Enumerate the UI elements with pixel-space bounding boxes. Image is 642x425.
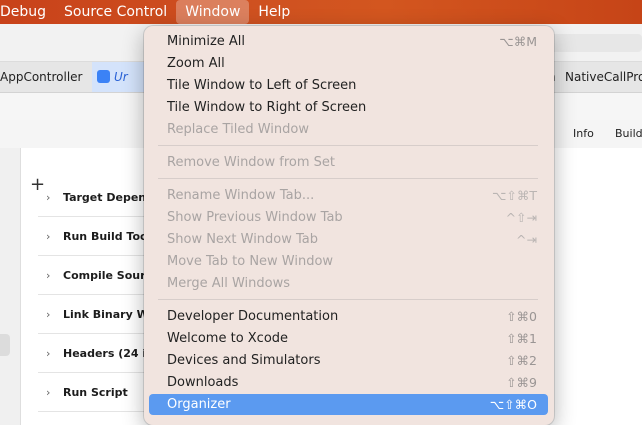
shortcut-label: ⌥⌘M [499, 34, 537, 49]
menu-window[interactable]: Window [176, 0, 250, 24]
menu-item-tile-right[interactable]: Tile Window to Right of Screen [149, 97, 548, 118]
menu-bar: Debug Source Control Window Help [0, 0, 642, 24]
menu-item-developer-documentation[interactable]: Developer Documentation ⇧⌘0 [149, 306, 548, 327]
tab-build-settings[interactable]: Build [615, 127, 642, 140]
build-phase-row[interactable]: › Headers (24 it [38, 334, 152, 373]
menu-item-label: Developer Documentation [167, 309, 339, 324]
menu-item-replace-tiled-window: Replace Tiled Window [149, 119, 548, 140]
menu-item-move-tab-to-new-window: Move Tab to New Window [149, 251, 548, 272]
menu-item-remove-window-from-set: Remove Window from Set [149, 152, 548, 173]
shortcut-label: ⇧⌘9 [506, 375, 537, 390]
menu-item-label: Tile Window to Right of Screen [167, 100, 367, 115]
menu-separator [158, 299, 538, 300]
navigator-selection[interactable] [0, 334, 10, 356]
menu-item-label: Minimize All [167, 34, 246, 49]
navigator-pane [0, 148, 21, 425]
shortcut-label: ^⇥ [516, 232, 537, 247]
menu-item-label: Rename Window Tab... [167, 188, 315, 203]
menu-item-tile-left[interactable]: Tile Window to Left of Screen [149, 75, 548, 96]
shortcut-label: ⌥⇧⌘O [489, 397, 537, 412]
menu-debug[interactable]: Debug [0, 0, 55, 24]
menu-item-organizer[interactable]: Organizer ⌥⇧⌘O [149, 394, 548, 415]
build-phase-label: Headers (24 it [63, 347, 152, 360]
build-phase-label: Compile Sourc [63, 269, 153, 282]
shortcut-label: ⌥⇧⌘T [491, 188, 537, 203]
chevron-right-icon[interactable]: › [46, 386, 50, 399]
menu-item-label: Move Tab to New Window [167, 254, 334, 269]
menu-item-downloads[interactable]: Downloads ⇧⌘9 [149, 372, 548, 393]
app-icon [97, 70, 110, 83]
menu-source-control[interactable]: Source Control [55, 0, 176, 24]
build-phase-row[interactable]: › Run Build Tool [38, 217, 152, 256]
build-phase-label: Target Depend [63, 191, 154, 204]
toolbar-field[interactable] [540, 34, 642, 52]
chevron-right-icon[interactable]: › [46, 269, 50, 282]
menu-help[interactable]: Help [249, 0, 299, 24]
menu-item-minimize-all[interactable]: Minimize All ⌥⌘M [149, 31, 548, 52]
menu-item-welcome-to-xcode[interactable]: Welcome to Xcode ⇧⌘1 [149, 328, 548, 349]
chevron-right-icon[interactable]: › [46, 347, 50, 360]
menu-item-merge-all-windows: Merge All Windows [149, 273, 548, 294]
chevron-right-icon[interactable]: › [46, 308, 50, 321]
menu-item-label: Zoom All [167, 56, 225, 71]
menu-item-label: Welcome to Xcode [167, 331, 289, 346]
menu-item-label: Organizer [167, 397, 231, 412]
tab-unity-label: Ur [114, 70, 128, 84]
build-phase-row[interactable]: › Compile Sourc [38, 256, 152, 295]
shortcut-label: ⇧⌘2 [506, 353, 537, 368]
chevron-right-icon[interactable]: › [46, 230, 50, 243]
menu-item-label: Merge All Windows [167, 276, 290, 291]
tab-info[interactable]: Info [573, 127, 594, 140]
shortcut-label: ^⇧⇥ [505, 210, 537, 225]
tab-unity[interactable]: Ur [92, 62, 148, 92]
menu-item-label: Downloads [167, 375, 239, 390]
shortcut-label: ⇧⌘0 [506, 309, 537, 324]
shortcut-label: ⇧⌘1 [506, 331, 537, 346]
menu-item-label: Show Next Window Tab [167, 232, 319, 247]
menu-item-label: Remove Window from Set [167, 155, 336, 170]
build-phase-label: Run Build Tool [63, 230, 152, 243]
build-phase-label: Run Script [63, 386, 128, 399]
build-phase-row[interactable]: › Target Depend [38, 178, 154, 217]
menu-item-show-next-window-tab: Show Next Window Tab ^⇥ [149, 229, 548, 250]
menu-item-label: Tile Window to Left of Screen [167, 78, 357, 93]
tab-appcontroller[interactable]: AppController [0, 62, 82, 92]
menu-item-label: Devices and Simulators [167, 353, 321, 368]
menu-separator [158, 178, 538, 179]
menu-item-show-previous-window-tab: Show Previous Window Tab ^⇧⇥ [149, 207, 548, 228]
tab-nativecallproxy[interactable]: NativeCallProx [565, 62, 642, 92]
menu-item-devices-and-simulators[interactable]: Devices and Simulators ⇧⌘2 [149, 350, 548, 371]
chevron-right-icon[interactable]: › [46, 191, 50, 204]
build-phase-row[interactable]: › Run Script [38, 373, 148, 412]
menu-item-rename-window-tab: Rename Window Tab... ⌥⇧⌘T [149, 185, 548, 206]
window-menu: Minimize All ⌥⌘M Zoom All Tile Window to… [144, 26, 554, 425]
build-phase-row[interactable]: › Link Binary Wit [38, 295, 158, 334]
menu-item-label: Replace Tiled Window [167, 122, 309, 137]
menu-item-zoom-all[interactable]: Zoom All [149, 53, 548, 74]
menu-separator [158, 145, 538, 146]
menu-item-label: Show Previous Window Tab [167, 210, 343, 225]
